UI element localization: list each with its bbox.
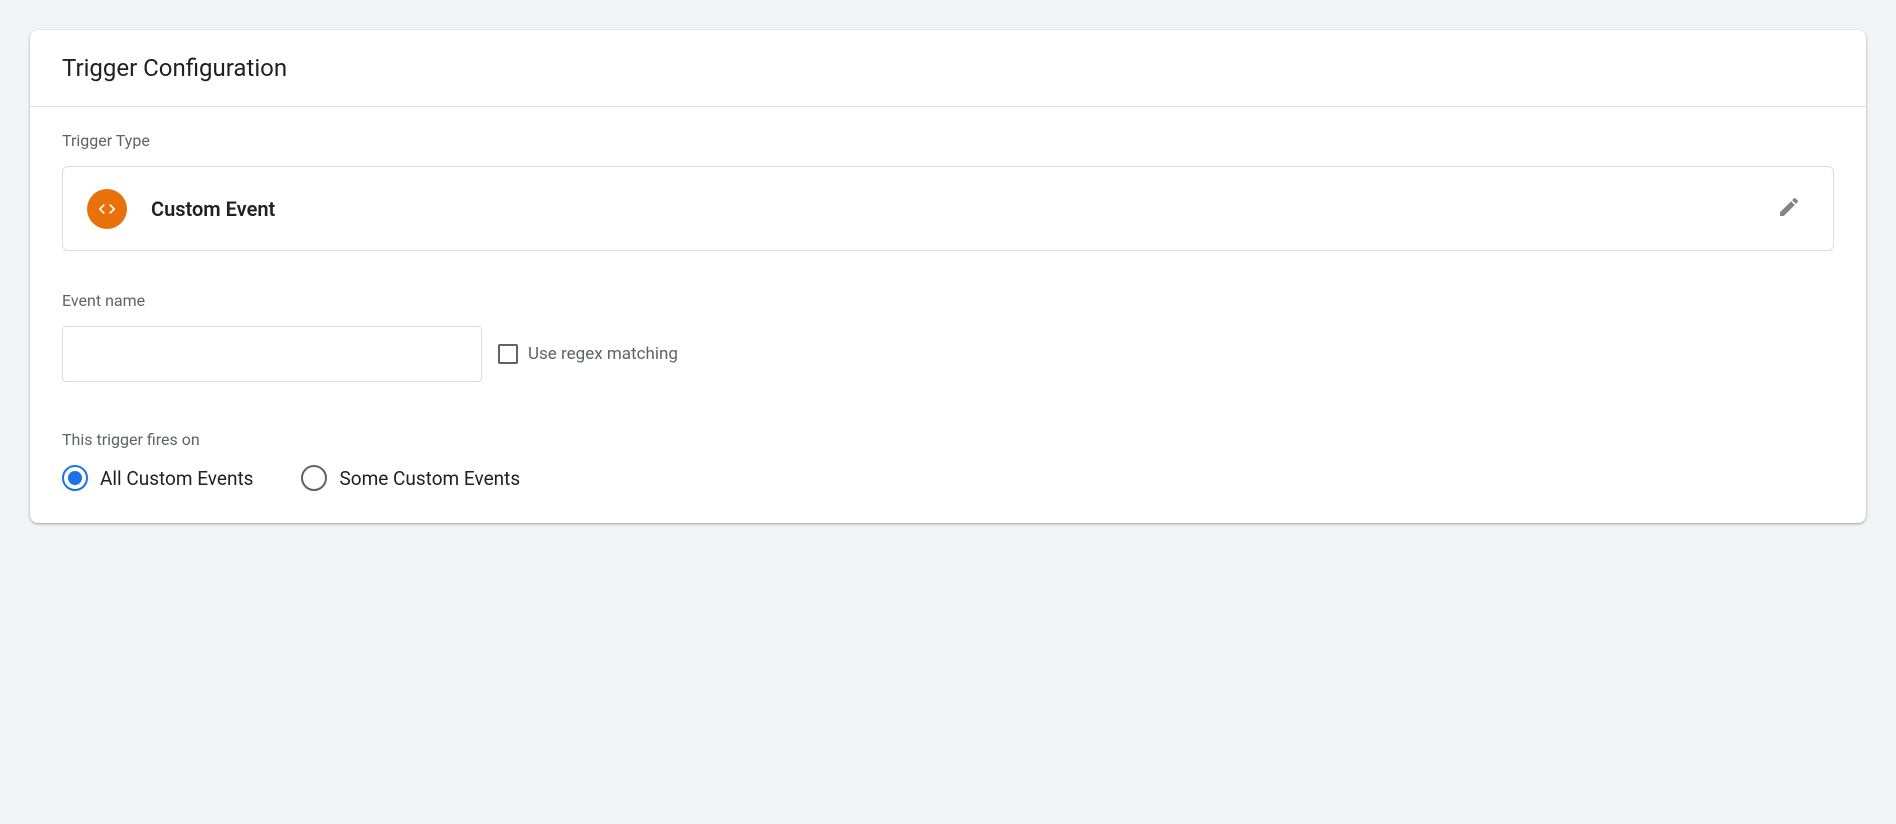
regex-checkbox-label: Use regex matching [528,344,678,364]
radio-label-some: Some Custom Events [339,467,520,490]
trigger-type-name: Custom Event [151,197,275,221]
trigger-type-selector[interactable]: Custom Event [62,166,1834,251]
event-name-input[interactable] [62,326,482,382]
regex-checkbox[interactable] [498,344,518,364]
radio-button-unselected [301,465,327,491]
card-header: Trigger Configuration [30,30,1866,107]
event-name-label: Event name [62,291,1834,310]
radio-button-selected [62,465,88,491]
card-body: Trigger Type Custom Event Event name Use… [30,107,1866,523]
radio-inner-dot [68,471,82,485]
trigger-config-card: Trigger Configuration Trigger Type Custo… [30,30,1866,523]
fires-on-radio-group: All Custom Events Some Custom Events [62,465,1834,491]
code-icon [87,189,127,229]
pencil-icon [1777,195,1801,222]
regex-checkbox-group[interactable]: Use regex matching [498,344,678,364]
event-name-row: Use regex matching [62,326,1834,382]
trigger-type-info: Custom Event [87,189,275,229]
radio-all-custom-events[interactable]: All Custom Events [62,465,253,491]
card-title: Trigger Configuration [62,54,1834,82]
radio-label-all: All Custom Events [100,467,253,490]
fires-on-label: This trigger fires on [62,430,1834,449]
radio-some-custom-events[interactable]: Some Custom Events [301,465,520,491]
edit-trigger-type-button[interactable] [1769,187,1809,230]
trigger-type-label: Trigger Type [62,131,1834,150]
